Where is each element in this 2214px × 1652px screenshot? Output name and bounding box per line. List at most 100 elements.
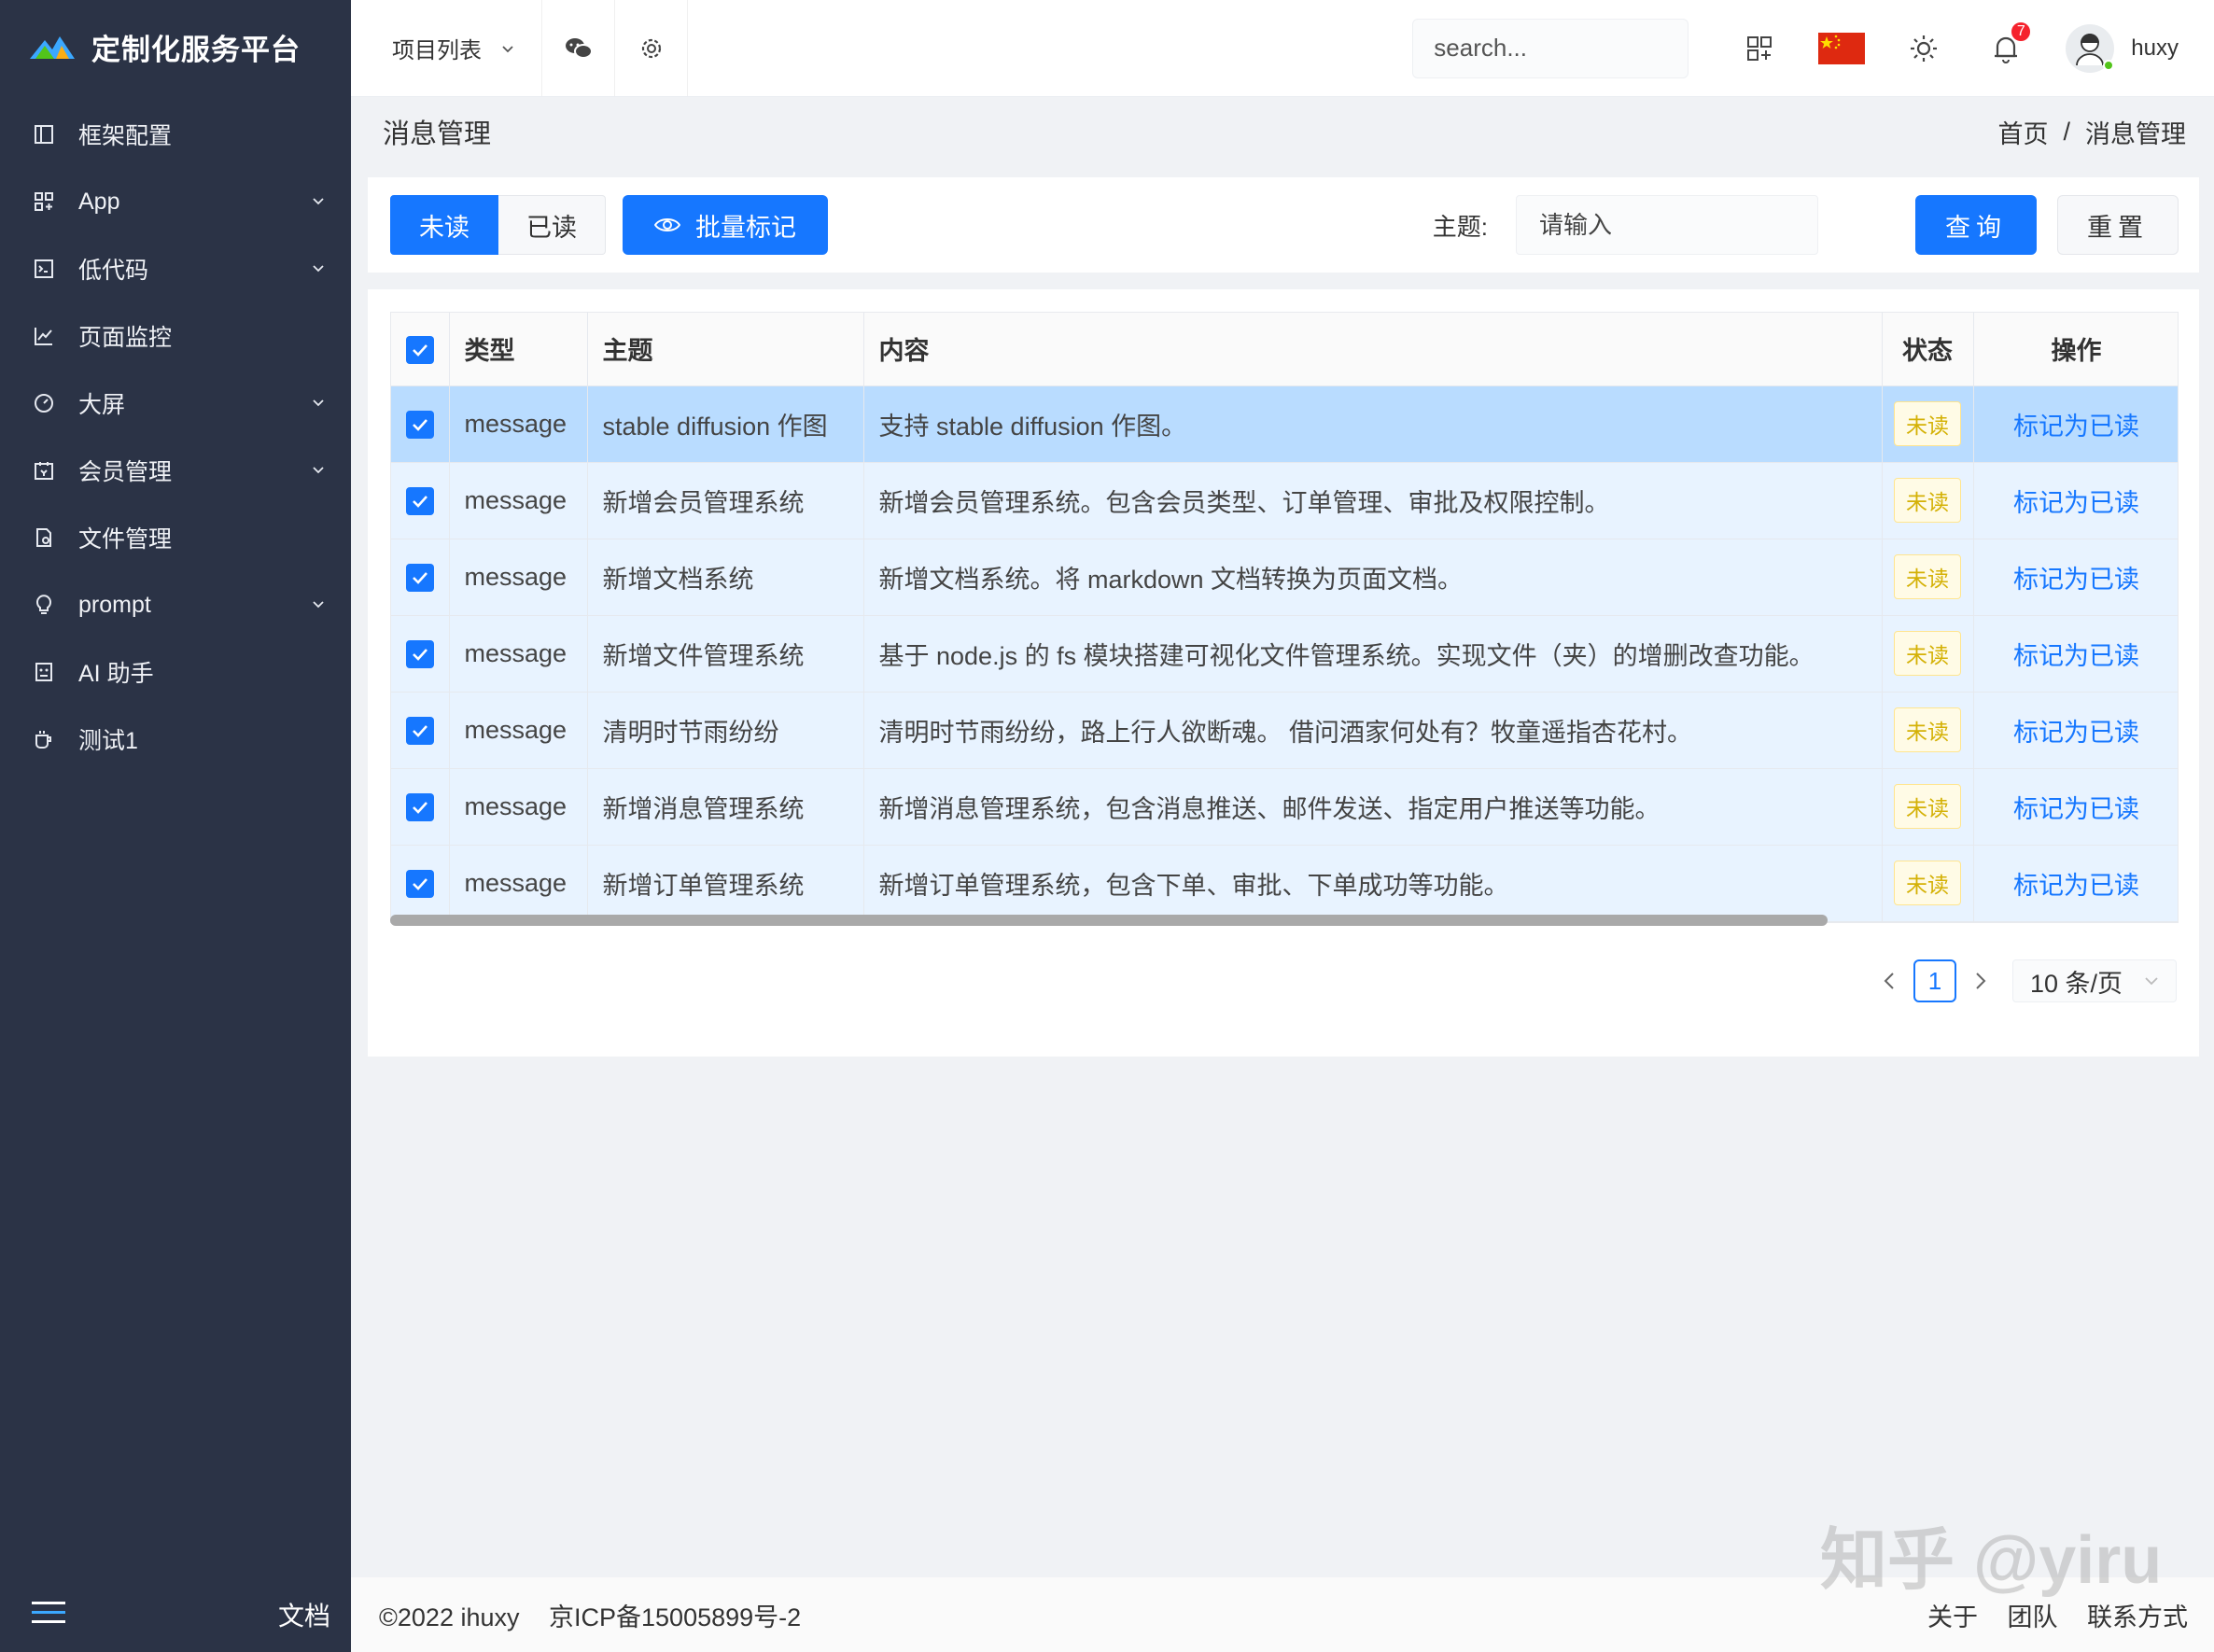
member-icon — [32, 458, 56, 483]
row-checkbox[interactable] — [405, 410, 434, 439]
column-header-content[interactable]: 内容 — [863, 313, 1883, 386]
table-row[interactable]: message 新增文档系统 新增文档系统。将 markdown 文档转换为页面文档… — [391, 539, 2178, 616]
sidebar-item-ai-assistant[interactable]: AI 助手 — [0, 638, 351, 706]
sidebar-item-member[interactable]: 会员管理 — [0, 437, 351, 504]
footer-link-contact[interactable]: 联系方式 — [2087, 1603, 2188, 1631]
sidebar-item-prompt[interactable]: prompt — [0, 571, 351, 638]
check-icon — [412, 649, 427, 661]
status-badge: 未读 — [1894, 554, 1961, 599]
message-table: 类型 主题 内容 状态 操作 message stable diffusion 作… — [390, 312, 2179, 923]
prev-page-button[interactable] — [1871, 959, 1908, 1002]
breadcrumb-home[interactable]: 首页 — [1997, 114, 2048, 150]
subject-input[interactable] — [1516, 195, 1818, 255]
app-logo[interactable]: 定制化服务平台 — [0, 0, 351, 93]
footer-link-about[interactable]: 关于 — [1927, 1603, 1978, 1631]
table-row[interactable]: message 清明时节雨纷纷 清明时节雨纷纷，路上行人欲断魂。 借问酒家何处有？牧… — [391, 692, 2178, 769]
pagination: 1 10 条/页 — [1871, 959, 2177, 1002]
table-row[interactable]: message 新增文件管理系统 基于 node.js 的 fs 模块搭建可视化文件… — [391, 615, 2178, 693]
mark-as-read-link[interactable]: 标记为已读 — [2013, 719, 2139, 747]
cell-content: 新增文档系统。将 markdown 文档转换为页面文档。 — [863, 539, 1883, 616]
mark-as-read-link[interactable]: 标记为已读 — [2013, 642, 2139, 670]
row-select-cell — [391, 539, 450, 616]
user-menu[interactable]: huxy — [2047, 0, 2214, 96]
cell-status: 未读 — [1882, 845, 1974, 922]
row-checkbox[interactable] — [405, 869, 434, 898]
app-title: 定制化服务平台 — [91, 33, 301, 66]
cell-status: 未读 — [1882, 462, 1974, 539]
sidebar-item-lowcode[interactable]: 低代码 — [0, 235, 351, 302]
cell-action: 标记为已读 — [1973, 385, 2178, 463]
column-header-status[interactable]: 状态 — [1882, 313, 1974, 386]
read-status-tabs: 未读 已读 — [390, 195, 606, 255]
footer-copyright: ©2022 ihuxy 京ICP备15005899号-2 — [379, 1597, 823, 1633]
table-row[interactable]: message stable diffusion 作图 支持 stable diff… — [391, 385, 2178, 463]
mark-as-read-link[interactable]: 标记为已读 — [2013, 795, 2139, 823]
project-list-dropdown[interactable]: 项目列表 — [351, 0, 542, 96]
select-all-cell — [391, 313, 450, 386]
column-header-type[interactable]: 类型 — [449, 313, 588, 386]
cell-content: 新增订单管理系统，包含下单、审批、下单成功等功能。 — [863, 845, 1883, 922]
row-select-cell — [391, 845, 450, 922]
language-button[interactable] — [1801, 0, 1883, 96]
reset-button[interactable]: 重置 — [2057, 195, 2179, 255]
page-header: 消息管理 首页 / 消息管理 — [351, 97, 2214, 166]
docs-link[interactable]: 文档 — [278, 1596, 330, 1633]
page-size-select[interactable]: 10 条/页 — [2012, 959, 2177, 1002]
icp-link[interactable]: 京ICP备15005899号-2 — [549, 1603, 801, 1631]
mark-as-read-link[interactable]: 标记为已读 — [2013, 566, 2139, 594]
tab-unread[interactable]: 未读 — [390, 195, 498, 255]
notification-button[interactable]: 7 — [1965, 0, 2047, 96]
row-checkbox[interactable] — [405, 639, 434, 668]
sidebar-item-monitor[interactable]: 页面监控 — [0, 302, 351, 370]
chevron-down-icon — [313, 467, 324, 474]
row-checkbox[interactable] — [405, 792, 434, 821]
wechat-button[interactable] — [542, 0, 615, 96]
query-button[interactable]: 查询 — [1915, 195, 2037, 255]
table-row[interactable]: message 新增会员管理系统 新增会员管理系统。包含会员类型、订单管理、审批及权… — [391, 462, 2178, 539]
sidebar-item-label: 页面监控 — [78, 325, 173, 351]
horizontal-scrollbar[interactable] — [390, 915, 1828, 926]
row-checkbox[interactable] — [405, 486, 434, 515]
cell-type: message — [449, 539, 588, 616]
sidebar-item-framework[interactable]: 框架配置 — [0, 101, 351, 168]
mark-as-read-link[interactable]: 标记为已读 — [2013, 872, 2139, 900]
mark-as-read-link[interactable]: 标记为已读 — [2013, 489, 2139, 517]
message-table-card: 类型 主题 内容 状态 操作 message stable diffusion 作… — [368, 289, 2199, 1057]
row-checkbox[interactable] — [405, 716, 434, 745]
table-row[interactable]: message 新增消息管理系统 新增消息管理系统，包含消息推送、邮件发送、指定用户… — [391, 768, 2178, 846]
user-avatar-icon — [2076, 33, 2105, 65]
search-box — [1412, 18, 1747, 78]
next-page-button[interactable] — [1962, 959, 1999, 1002]
sidebar-item-app[interactable]: App — [0, 168, 351, 235]
line-chart-icon — [32, 324, 56, 348]
chevron-down-icon — [313, 601, 324, 609]
search-input[interactable] — [1434, 34, 1747, 63]
chevron-right-icon — [1976, 973, 1986, 989]
cell-type: message — [449, 768, 588, 846]
eye-icon — [654, 218, 680, 231]
sidebar-item-bigscreen[interactable]: 大屏 — [0, 370, 351, 437]
select-all-checkbox[interactable] — [405, 335, 434, 364]
settings-button[interactable] — [615, 0, 688, 96]
apps-button[interactable] — [1718, 0, 1801, 96]
status-badge: 未读 — [1894, 478, 1961, 523]
footer-link-team[interactable]: 团队 — [2007, 1603, 2057, 1631]
mark-as-read-link[interactable]: 标记为已读 — [2013, 413, 2139, 441]
sidebar-item-test1[interactable]: 测试1 — [0, 706, 351, 773]
row-select-cell — [391, 768, 450, 846]
sidebar-item-label: 框架配置 — [78, 123, 173, 149]
cell-status: 未读 — [1882, 615, 1974, 693]
menu-toggle-icon[interactable] — [32, 1600, 65, 1631]
page-number-current[interactable]: 1 — [1913, 959, 1956, 1002]
cup-icon — [32, 727, 56, 751]
row-checkbox[interactable] — [405, 563, 434, 592]
sidebar-item-file[interactable]: 文件管理 — [0, 504, 351, 571]
tab-read[interactable]: 已读 — [498, 195, 606, 255]
sidebar-item-label: 低代码 — [78, 258, 149, 284]
table-row[interactable]: message 新增订单管理系统 新增订单管理系统，包含下单、审批、下单成功等功能。… — [391, 845, 2178, 922]
theme-toggle-button[interactable] — [1883, 0, 1965, 96]
check-icon — [412, 343, 427, 357]
batch-mark-button[interactable]: 批量标记 — [623, 195, 828, 255]
column-header-subject[interactable]: 主题 — [587, 313, 864, 386]
page-title: 消息管理 — [383, 119, 492, 149]
